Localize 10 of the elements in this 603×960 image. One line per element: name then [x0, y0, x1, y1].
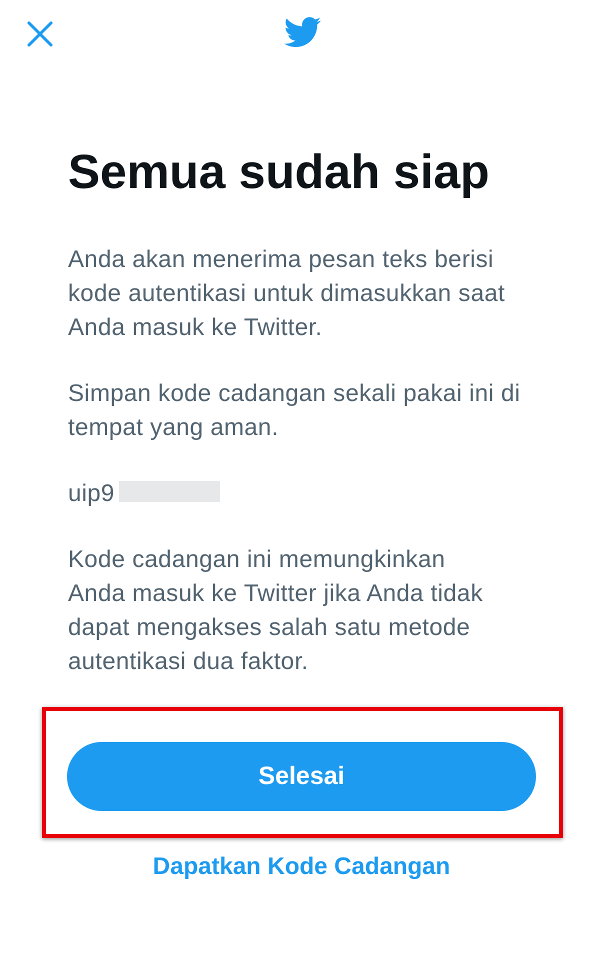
page-title: Semua sudah siap: [68, 145, 490, 201]
body-text: Kode cadangan ini memungkinkan Anda masuk ke Twitter jika Anda tidak dapat mengakses salah satu metode autentikasi dua faktor.: [68, 545, 484, 677]
bird-logo-icon: [282, 17, 320, 48]
close-icon: [27, 21, 53, 47]
body-text: Anda akan menerima pesan teks berisi kode autentikasi untuk dimasukkan saat Anda masuk ke Twitter.: [68, 245, 506, 343]
close-button[interactable]: [25, 19, 55, 49]
backup-code-link[interactable]: Dapatkan Kode Cadangan: [152, 853, 450, 880]
backup-code: uip9: [68, 480, 115, 507]
done-button[interactable]: Selesai: [67, 742, 536, 811]
body-text: Simpan kode cadangan sekali pakai ini di tempat yang aman.: [68, 379, 522, 443]
